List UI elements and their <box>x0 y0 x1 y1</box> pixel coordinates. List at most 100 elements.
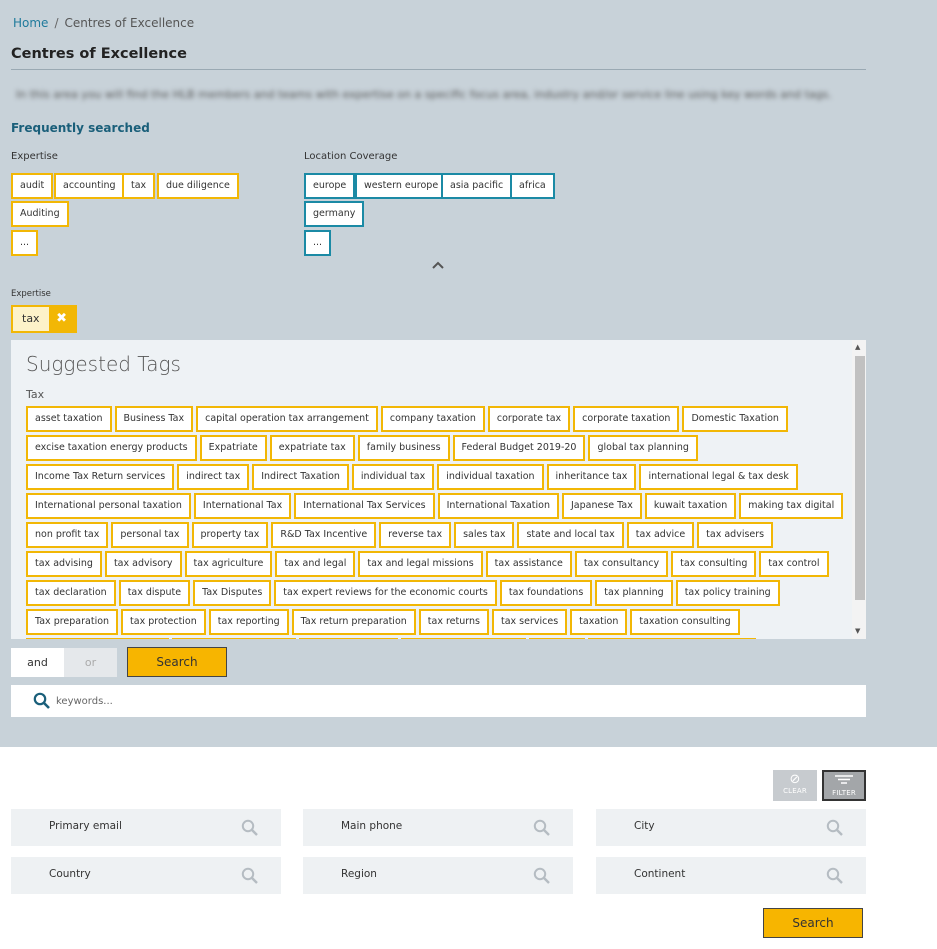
suggested-tag[interactable]: kuwait taxation <box>644 493 737 519</box>
suggested-tag[interactable]: Indirect Taxation <box>252 464 349 490</box>
suggested-tag[interactable]: tax reporting <box>208 609 289 635</box>
suggested-tag[interactable]: International personal taxation <box>26 493 191 519</box>
suggested-tag[interactable]: taxes free trade zones <box>401 638 526 639</box>
or-button[interactable]: or <box>64 648 117 677</box>
suggested-tag[interactable]: tax consultancy <box>574 551 669 577</box>
expertise-tag[interactable]: due diligence <box>157 173 239 199</box>
suggested-tag[interactable]: tax policy training <box>675 580 780 606</box>
expertise-tag[interactable]: Auditing <box>11 201 69 227</box>
suggested-tag[interactable]: state and local tax <box>517 522 624 548</box>
suggested-tag[interactable]: tax assistance <box>485 551 572 577</box>
suggested-tag[interactable]: taxation consulting <box>630 609 740 635</box>
suggested-tag[interactable]: family business <box>357 435 450 461</box>
location-more-button[interactable]: ... <box>304 230 332 256</box>
suggested-tag[interactable]: tax and legal missions <box>358 551 483 577</box>
suggested-tag[interactable]: tax declaration <box>26 580 116 606</box>
suggested-tag[interactable]: taxation investment funds <box>26 638 170 639</box>
search-icon <box>533 867 551 888</box>
suggested-tag[interactable]: tax consulting <box>671 551 757 577</box>
suggested-tag[interactable]: transfer prices free trade zones <box>587 638 756 639</box>
suggested-tag[interactable]: tax advisory <box>104 551 182 577</box>
suggested-tag[interactable]: Income Tax Return services <box>26 464 175 490</box>
suggested-tag[interactable]: Domestic Taxation <box>682 406 788 432</box>
breadcrumb-home-link[interactable]: Home <box>13 16 48 30</box>
suggested-tag[interactable]: Tax Disputes <box>193 580 272 606</box>
main-phone-filter[interactable]: Main phone <box>303 809 573 846</box>
suggested-tag[interactable]: International Tax Services <box>294 493 435 519</box>
suggested-tag[interactable]: taxation management <box>172 638 297 639</box>
suggested-tag[interactable]: Business Tax <box>114 406 194 432</box>
suggested-tag[interactable]: non profit tax <box>26 522 109 548</box>
suggested-tag[interactable]: taxation <box>570 609 628 635</box>
scroll-up-icon[interactable]: ▲ <box>855 343 860 351</box>
suggested-tag[interactable]: tax planning <box>595 580 673 606</box>
filter-button[interactable]: FILTER <box>822 770 866 801</box>
chevron-up-icon[interactable] <box>432 259 444 272</box>
suggested-tag[interactable]: Japanese Tax <box>561 493 642 519</box>
suggested-tag[interactable]: tax advisers <box>697 522 774 548</box>
suggested-tag[interactable]: Tax return preparation <box>291 609 416 635</box>
and-button[interactable]: and <box>11 648 64 677</box>
suggested-tag[interactable]: Federal Budget 2019-20 <box>452 435 586 461</box>
expertise-more-button[interactable]: ... <box>11 230 39 256</box>
suggested-tag[interactable]: tax control <box>759 551 829 577</box>
scroll-down-icon[interactable]: ▼ <box>855 627 860 635</box>
scrollbar[interactable]: ▲ ▼ <box>852 340 866 639</box>
suggested-tag[interactable]: tax dispute <box>118 580 191 606</box>
suggested-tag[interactable]: capital operation tax arrangement <box>196 406 378 432</box>
tag-search-button[interactable]: Search <box>127 647 227 677</box>
expertise-tag[interactable]: accounting <box>54 173 125 199</box>
close-icon[interactable]: ✖ <box>49 307 75 331</box>
suggested-tag[interactable]: tax protection <box>121 609 206 635</box>
suggested-tag[interactable]: indirect tax <box>177 464 250 490</box>
region-filter[interactable]: Region <box>303 857 573 894</box>
suggested-tag[interactable]: tax returns <box>418 609 489 635</box>
suggested-tag[interactable]: corporate tax <box>487 406 571 432</box>
suggested-tag[interactable]: individual taxation <box>437 464 544 490</box>
suggested-tag[interactable]: international legal & tax desk <box>639 464 798 490</box>
suggested-tag[interactable]: global tax planning <box>588 435 698 461</box>
keywords-input[interactable] <box>56 691 836 711</box>
suggested-tag[interactable]: Transfer <box>528 638 585 639</box>
primary-email-label: Primary email <box>49 820 122 832</box>
suggested-tag[interactable]: asset taxation <box>26 406 112 432</box>
suggested-tag[interactable]: making tax digital <box>739 493 844 519</box>
suggested-tag[interactable]: company taxation <box>380 406 485 432</box>
suggested-tag[interactable]: reverse tax <box>379 522 452 548</box>
suggested-tag[interactable]: Expatriate <box>199 435 267 461</box>
suggested-tag[interactable]: tax advising <box>26 551 102 577</box>
suggested-tag[interactable]: tax agriculture <box>184 551 273 577</box>
suggested-tag[interactable]: tax foundations <box>499 580 593 606</box>
suggested-tag[interactable]: tax advice <box>626 522 695 548</box>
suggested-tag[interactable]: tax and legal <box>275 551 356 577</box>
suggested-tag[interactable]: tax expert reviews for the economic cour… <box>274 580 497 606</box>
suggested-tag[interactable]: International Taxation <box>437 493 559 519</box>
primary-email-filter[interactable]: Primary email <box>11 809 281 846</box>
suggested-tag[interactable]: excise taxation energy products <box>26 435 197 461</box>
suggested-tag[interactable]: tax services <box>491 609 568 635</box>
country-filter[interactable]: Country <box>11 857 281 894</box>
suggested-tag[interactable]: taxation services <box>299 638 399 639</box>
scrollbar-thumb[interactable] <box>855 356 865 600</box>
suggested-tag[interactable]: R&D Tax Incentive <box>271 522 377 548</box>
expertise-tag[interactable]: audit <box>11 173 54 199</box>
suggested-tag[interactable]: individual tax <box>351 464 435 490</box>
suggested-tag[interactable]: corporate taxation <box>573 406 680 432</box>
city-filter[interactable]: City <box>596 809 866 846</box>
suggested-tag[interactable]: personal tax <box>111 522 189 548</box>
filter-search-button[interactable]: Search <box>763 908 863 938</box>
suggested-tag[interactable]: expatriate tax <box>269 435 355 461</box>
location-tag[interactable]: germany <box>304 201 365 227</box>
location-tag[interactable]: europe <box>304 173 356 199</box>
location-tag[interactable]: asia pacific <box>441 173 513 199</box>
expertise-tag[interactable]: tax <box>122 173 156 199</box>
location-tag[interactable]: africa <box>510 173 555 199</box>
location-tag[interactable]: western europe <box>355 173 448 199</box>
suggested-tag[interactable]: Tax preparation <box>26 609 119 635</box>
suggested-tag[interactable]: sales tax <box>454 522 515 548</box>
suggested-tag[interactable]: property tax <box>191 522 269 548</box>
suggested-tag[interactable]: International Tax <box>193 493 292 519</box>
clear-button[interactable]: ⊘ CLEAR <box>773 770 817 801</box>
suggested-tag[interactable]: inheritance tax <box>546 464 637 490</box>
continent-filter[interactable]: Continent <box>596 857 866 894</box>
